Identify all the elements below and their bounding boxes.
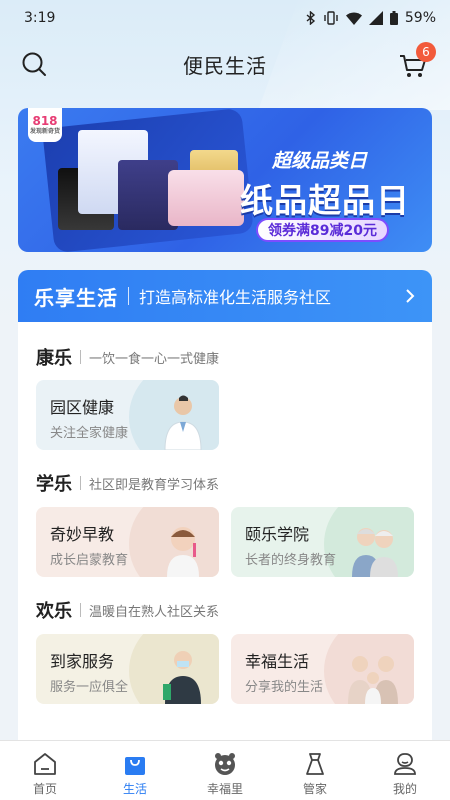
lexiang-header[interactable]: 乐享生活 打造高标准化生活服务社区: [18, 270, 432, 322]
status-time: 3:19: [24, 10, 56, 26]
bluetooth-icon: [306, 11, 315, 25]
search-button[interactable]: [20, 50, 48, 78]
bottom-tab-bar: 首页 生活 幸福里 管家 我的: [0, 740, 450, 800]
event-logo-number: 818: [32, 114, 58, 128]
battery-icon: [389, 11, 398, 25]
divider: [80, 476, 81, 490]
chevron-right-icon: [406, 289, 415, 303]
section-desc: 温暖自在熟人社区关系: [89, 604, 220, 620]
vibrate-icon: [324, 11, 338, 25]
community-icon: [215, 753, 235, 775]
lexiang-subtitle: 打造高标准化生活服务社区: [139, 288, 332, 307]
tile-subtitle: 长者的终身教育: [245, 553, 337, 568]
tile-yuanqu-health[interactable]: 园区健康 关注全家健康: [36, 380, 219, 450]
tile-daojia-fuwu[interactable]: 到家服务 服务一应俱全: [36, 634, 219, 704]
tab-xingfuli[interactable]: 幸福里: [180, 741, 270, 800]
section-xuele-header: 学乐 社区即是教育学习体系: [36, 470, 219, 496]
tab-label: 首页: [32, 782, 57, 796]
tile-title: 园区健康: [50, 398, 115, 417]
wifi-icon: [345, 12, 362, 25]
tab-label: 管家: [302, 782, 327, 796]
tab-label: 我的: [392, 782, 417, 796]
banner-title: 纸品超品日: [240, 181, 410, 220]
tab-label: 生活: [122, 782, 147, 796]
status-bar: 3:19 59%: [0, 0, 450, 36]
tab-butler[interactable]: 管家: [270, 741, 360, 800]
tile-yile-xueyuan[interactable]: 颐乐学院 长者的终身教育: [231, 507, 414, 577]
tile-title: 幸福生活: [245, 652, 310, 671]
tile-subtitle: 分享我的生活: [245, 680, 324, 695]
divider: [128, 287, 129, 305]
tile-title: 到家服务: [50, 652, 115, 671]
product-image: [168, 170, 244, 226]
divider: [80, 350, 81, 364]
tab-home[interactable]: 首页: [0, 741, 90, 800]
search-icon: [22, 52, 46, 76]
cart-button[interactable]: 6: [398, 42, 436, 80]
tile-subtitle: 关注全家健康: [50, 426, 129, 441]
lexiang-card: 乐享生活 打造高标准化生活服务社区 康乐 一饮一食一心一式健康 园区健康 关注全…: [18, 270, 432, 750]
section-title: 康乐: [36, 348, 72, 369]
tab-life[interactable]: 生活: [90, 741, 180, 800]
tile-subtitle: 服务一应俱全: [50, 680, 129, 695]
promo-banner[interactable]: 818 发现新奇货 超级品类日 纸品超品日 领券满89减20元: [18, 108, 432, 252]
top-bar: 便民生活 6: [0, 42, 450, 86]
signal-icon: [368, 11, 383, 25]
divider: [80, 603, 81, 617]
tab-label: 幸福里: [206, 782, 243, 796]
home-icon: [34, 753, 56, 775]
tile-title: 奇妙早教: [50, 525, 115, 544]
page-title: 便民生活: [183, 53, 267, 78]
section-title: 欢乐: [36, 601, 72, 622]
section-desc: 一饮一食一心一式健康: [89, 351, 220, 367]
cart-count-badge: 6: [416, 42, 436, 62]
event-logo: 818 发现新奇货: [28, 108, 62, 142]
coupon-button[interactable]: 领券满89减20元: [256, 218, 389, 242]
tile-xingfu-shenghuo[interactable]: 幸福生活 分享我的生活: [231, 634, 414, 704]
section-title: 学乐: [36, 474, 72, 495]
section-kangle-header: 康乐 一饮一食一心一式健康: [36, 344, 219, 370]
tile-title: 颐乐学院: [245, 525, 310, 544]
shopping-bag-icon: [125, 757, 145, 775]
battery-level: 59%: [404, 10, 436, 26]
butler-icon: [306, 753, 324, 775]
profile-icon: [394, 753, 416, 775]
tile-qimiao-zaojiao[interactable]: 奇妙早教 成长启蒙教育: [36, 507, 219, 577]
lexiang-title: 乐享生活: [34, 285, 118, 310]
tile-subtitle: 成长启蒙教育: [50, 553, 129, 568]
section-desc: 社区即是教育学习体系: [89, 477, 220, 493]
section-huanle-header: 欢乐 温暖自在熟人社区关系: [36, 597, 219, 623]
banner-subtitle: 超级品类日: [272, 150, 368, 172]
event-logo-caption: 发现新奇货: [29, 128, 60, 135]
tab-profile[interactable]: 我的: [360, 741, 450, 800]
